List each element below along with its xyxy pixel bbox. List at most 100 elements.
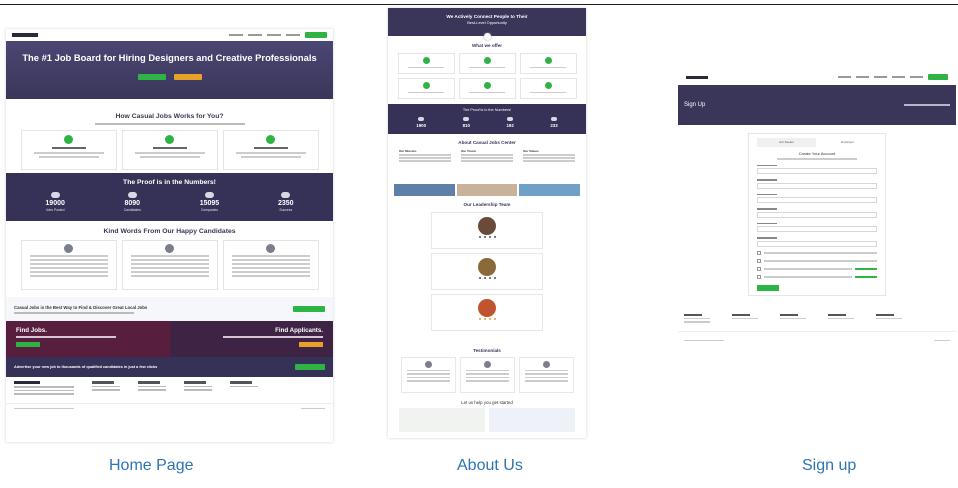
home-page-caption: Home Page bbox=[109, 457, 194, 474]
leadership-title: Our Leadership Team bbox=[463, 202, 511, 207]
best-way-title: Casual Jobs is the Best Way to Find & Di… bbox=[14, 304, 148, 310]
feature-icon bbox=[165, 134, 174, 144]
stat-value: 19000 bbox=[45, 199, 65, 207]
advertise-text: Advertise your new job to thousands of q… bbox=[14, 364, 158, 369]
nav-link bbox=[248, 34, 262, 36]
tab-job-seeker: Job Seeker bbox=[757, 138, 816, 147]
stat-icon bbox=[50, 191, 60, 198]
mission-heading: Our Mission bbox=[399, 148, 417, 153]
stat-label: Jobs Posted bbox=[45, 207, 65, 212]
feature-card bbox=[222, 129, 319, 170]
stat-label: Candidates bbox=[123, 207, 141, 212]
team-photo bbox=[394, 184, 455, 196]
about-testimonials: Testimonials bbox=[388, 346, 586, 398]
how-title: How Casual Jobs Works for You? bbox=[115, 113, 224, 120]
form-input bbox=[757, 182, 877, 189]
about-footer bbox=[388, 436, 586, 438]
vision-heading: Our Vision bbox=[461, 148, 477, 153]
post-job-button bbox=[305, 32, 327, 38]
stat-value: 15095 bbox=[199, 199, 220, 207]
advertise-banner: Advertise your new job to thousands of q… bbox=[6, 357, 333, 377]
member-photo bbox=[478, 257, 496, 276]
offer-card bbox=[519, 77, 577, 99]
team-member-card bbox=[431, 252, 543, 290]
nav-links bbox=[229, 32, 327, 38]
testimonial-card bbox=[518, 356, 574, 393]
stat-value: 810 bbox=[462, 122, 470, 128]
stat-label: Success bbox=[279, 207, 293, 212]
stat-icon bbox=[127, 191, 137, 198]
team-photo bbox=[519, 184, 581, 196]
home-footer bbox=[6, 377, 333, 403]
signup-hero-title: Sign Up bbox=[684, 101, 706, 108]
testimonials-title: Kind Words From Our Happy Candidates bbox=[103, 228, 236, 235]
site-logo bbox=[686, 75, 708, 79]
about-hero-title-line2: Best-Level Opportunity bbox=[467, 19, 507, 25]
find-split-section: Find Jobs. Find Applicants. bbox=[6, 321, 333, 357]
testimonial-card bbox=[222, 239, 319, 290]
avatar bbox=[165, 243, 174, 253]
site-logo bbox=[12, 33, 38, 37]
leadership-section: Our Leadership Team bbox=[388, 196, 586, 346]
about-hero: We Actively Connect People to Their Best… bbox=[388, 8, 586, 36]
advertise-button bbox=[295, 364, 325, 370]
stat-value: 2350 bbox=[277, 199, 294, 207]
sign-up-caption: Sign up bbox=[802, 457, 857, 474]
job-seeker-box bbox=[399, 408, 485, 432]
offer-card bbox=[397, 52, 455, 74]
signup-navbar bbox=[678, 71, 956, 83]
signup-hero: Sign Up bbox=[678, 85, 956, 125]
values-heading: Our Values bbox=[523, 148, 539, 153]
signup-page-thumbnail[interactable]: Sign Up Job Seeker Employer Create Your … bbox=[678, 71, 956, 431]
feature-card bbox=[20, 129, 117, 170]
member-photo bbox=[478, 298, 496, 317]
form-input bbox=[757, 226, 877, 233]
employer-box bbox=[489, 408, 575, 432]
home-hero: The #1 Job Board for Hiring Designers an… bbox=[6, 41, 333, 99]
best-way-banner: Casual Jobs is the Best Way to Find & Di… bbox=[6, 297, 333, 321]
team-member-card bbox=[431, 211, 543, 249]
avatar bbox=[266, 243, 275, 253]
offer-card bbox=[458, 77, 516, 99]
find-jobs-button bbox=[16, 342, 40, 347]
hero-subtitle bbox=[66, 65, 273, 69]
testimonial-card bbox=[459, 356, 515, 393]
banner-button bbox=[293, 306, 325, 312]
home-page-thumbnail[interactable]: The #1 Job Board for Hiring Designers an… bbox=[6, 29, 333, 442]
testimonials-section: Kind Words From Our Happy Candidates bbox=[6, 221, 333, 297]
member-photo bbox=[478, 216, 496, 235]
form-input bbox=[757, 197, 877, 204]
find-applicants-button bbox=[299, 342, 323, 347]
stat-value: 192 bbox=[506, 122, 514, 128]
about-testimonials-title: Testimonials bbox=[473, 348, 501, 353]
stat-item: 19000 Jobs Posted bbox=[45, 191, 65, 212]
stat-value: 233 bbox=[550, 122, 558, 128]
hero-orange-button bbox=[173, 74, 202, 81]
photo-strip bbox=[388, 184, 586, 196]
testimonial-card bbox=[121, 239, 218, 290]
stat-value: 1900 bbox=[416, 122, 427, 128]
section-subtitle bbox=[94, 122, 245, 125]
find-applicants-title: Find Applicants. bbox=[275, 327, 323, 334]
register-button bbox=[757, 285, 779, 292]
get-started-section: Let us help you get started bbox=[388, 398, 586, 436]
about-page-thumbnail[interactable]: We Actively Connect People to Their Best… bbox=[388, 8, 586, 438]
signup-copyright bbox=[678, 330, 956, 342]
hero-title: The #1 Job Board for Hiring Designers an… bbox=[22, 52, 317, 63]
feature-icon bbox=[64, 134, 73, 144]
offer-card bbox=[397, 77, 455, 99]
numbers-section: The Proof is in the Numbers! 19000 Jobs P… bbox=[6, 173, 333, 221]
stat-item: 15095 Companies bbox=[199, 191, 220, 212]
about-center-section: About Casual Jobs Center Our Mission Our… bbox=[388, 134, 586, 184]
team-member-card bbox=[431, 293, 543, 331]
signup-footer bbox=[678, 296, 956, 323]
offer-section: What we offer bbox=[388, 40, 586, 104]
testimonial-card bbox=[20, 239, 117, 290]
form-input bbox=[757, 211, 877, 218]
play-icon bbox=[483, 33, 491, 40]
home-copyright bbox=[6, 403, 333, 413]
how-it-works-section: How Casual Jobs Works for You? bbox=[6, 99, 333, 173]
feature-card bbox=[121, 129, 218, 170]
find-jobs-title: Find Jobs. bbox=[16, 327, 47, 334]
breadcrumb bbox=[904, 104, 950, 106]
